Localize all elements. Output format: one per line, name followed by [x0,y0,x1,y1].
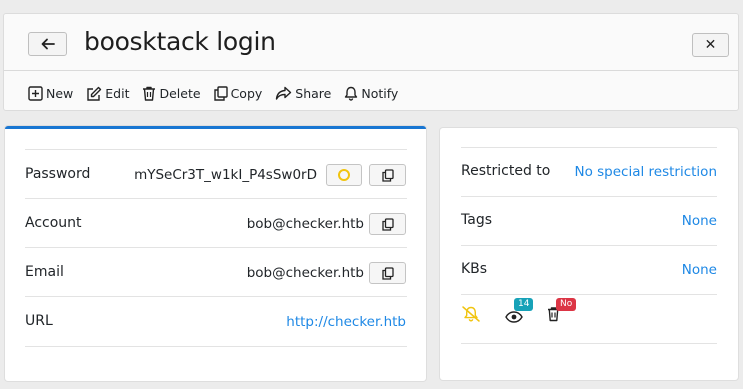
edit-label: Edit [105,85,130,101]
close-button[interactable]: ✕ [692,33,729,57]
share-icon [276,86,292,100]
delete-label: Delete [159,85,201,101]
divider [25,296,407,297]
divider [461,147,717,148]
tags-value[interactable]: None [682,213,717,229]
password-label: Password [25,166,91,182]
copy-icon [381,217,394,231]
arrow-left-icon [41,38,55,50]
restricted-value[interactable]: No special restriction [574,164,717,180]
copy-icon [213,85,228,101]
edit-icon [87,86,102,101]
copy-button[interactable]: Copy [213,85,263,101]
divider [25,247,407,248]
delete-button[interactable]: Delete [142,85,201,101]
eye-icon [505,311,523,323]
delete-status-badge: No [556,298,577,311]
copy-email-button[interactable] [369,262,406,284]
account-value[interactable]: bob@checker.htb [247,216,364,232]
spinner-icon [338,169,350,181]
copy-password-button[interactable] [369,164,406,186]
password-value[interactable]: mYSeCr3T_w1kI_P4sSw0rD [134,167,317,183]
copy-account-button[interactable] [369,213,406,235]
edit-button[interactable]: Edit [86,86,129,101]
new-label: New [46,85,74,101]
trash-icon [143,86,156,101]
bell-icon [345,86,358,101]
email-value[interactable]: bob@checker.htb [247,265,364,281]
new-button[interactable]: New [28,86,73,101]
tags-label: Tags [461,212,492,228]
url-label: URL [25,313,53,329]
kbs-label: KBs [461,261,488,277]
header-divider [4,70,738,71]
divider [25,198,407,199]
page-title: boosktack login [84,27,276,56]
kbs-value[interactable]: None [682,262,717,278]
divider [25,346,407,347]
notification-toggle[interactable] [461,305,481,327]
back-button[interactable] [28,32,67,56]
password-generate-button[interactable] [326,164,362,186]
item-header: boosktack login ✕ New Edit Delete Copy S… [3,13,739,111]
divider [461,343,717,344]
bell-slash-icon [462,306,480,322]
plus-square-icon [28,85,43,101]
divider [461,245,717,246]
divider [25,149,407,150]
notify-button[interactable]: Notify [344,86,398,101]
copy-icon [381,266,394,280]
divider [461,294,717,295]
details-panel [5,126,426,381]
copy-label: Copy [230,85,263,101]
close-icon: ✕ [704,37,717,53]
share-button[interactable]: Share [275,86,331,101]
divider [461,196,717,197]
account-label: Account [25,215,82,231]
restricted-label: Restricted to [461,163,551,179]
views-count-badge: 14 [514,298,534,311]
copy-icon [381,168,394,182]
toolbar: New Edit Delete Copy Share Notify [28,83,411,103]
email-label: Email [25,264,64,280]
notify-label: Notify [361,85,399,101]
share-label: Share [295,85,332,101]
url-link[interactable]: http://checker.htb [286,314,406,330]
